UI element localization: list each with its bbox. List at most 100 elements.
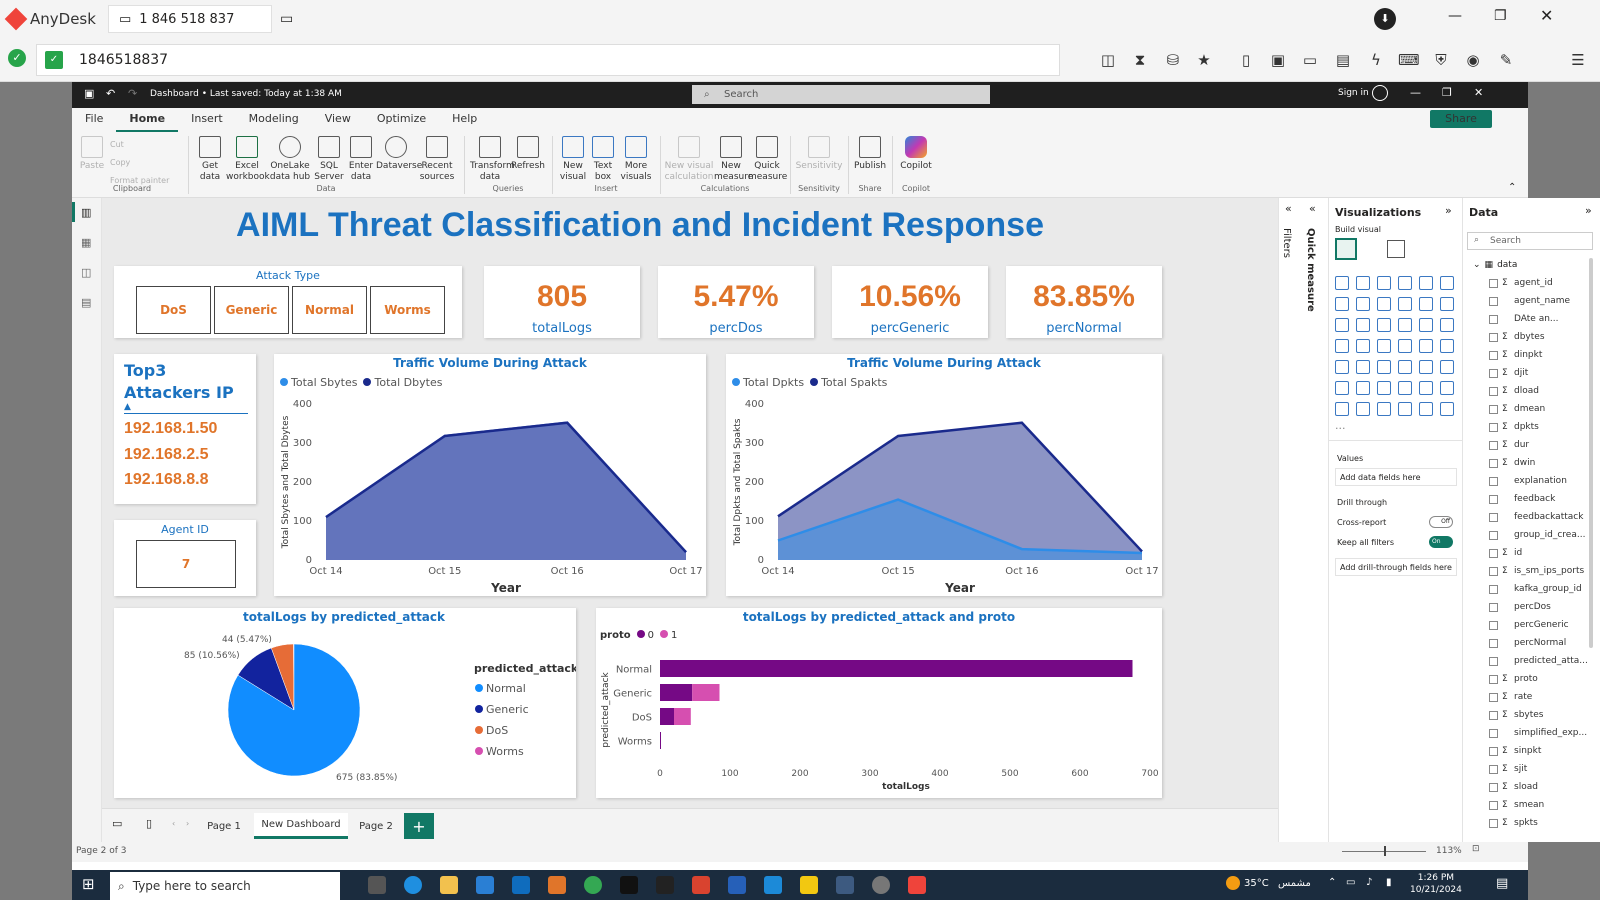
expand-data-icon[interactable]: » bbox=[1585, 204, 1592, 217]
action-icon[interactable]: ϟ bbox=[1366, 50, 1386, 70]
visual-type-icon[interactable] bbox=[1377, 360, 1391, 374]
expand-quick-icon[interactable]: « bbox=[1309, 202, 1316, 215]
privacy-icon[interactable]: ◫ bbox=[1098, 50, 1118, 70]
field-item[interactable]: Σsbytes bbox=[1489, 710, 1543, 720]
excel-button[interactable]: Excel workbook bbox=[226, 136, 270, 183]
edge-icon[interactable] bbox=[404, 876, 422, 894]
field-item[interactable]: Σproto bbox=[1489, 674, 1538, 684]
git-icon[interactable] bbox=[692, 876, 710, 894]
restore-icon[interactable]: ❐ bbox=[1494, 8, 1507, 24]
visual-type-icon[interactable] bbox=[1398, 360, 1412, 374]
visual-type-icon[interactable] bbox=[1335, 402, 1349, 416]
pbi-minimize-icon[interactable]: — bbox=[1410, 86, 1421, 99]
report-view-icon[interactable]: ▥ bbox=[81, 206, 91, 219]
new-visual-button[interactable]: New visual bbox=[558, 136, 588, 183]
visual-type-icon[interactable] bbox=[1356, 318, 1370, 332]
visual-type-icon[interactable] bbox=[1377, 381, 1391, 395]
values-well[interactable]: Add data fields here bbox=[1335, 468, 1457, 486]
notifications-icon[interactable]: ▤ bbox=[1496, 876, 1508, 891]
field-item[interactable]: predicted_atta... bbox=[1489, 656, 1588, 666]
field-checkbox[interactable] bbox=[1489, 314, 1498, 324]
field-checkbox[interactable] bbox=[1489, 674, 1498, 684]
next-page-icon[interactable]: › bbox=[186, 819, 189, 828]
task-view-icon[interactable] bbox=[368, 876, 386, 894]
menu-insert[interactable]: Insert bbox=[178, 108, 236, 132]
menu-view[interactable]: View bbox=[312, 108, 364, 132]
account-icon[interactable] bbox=[1372, 85, 1388, 101]
field-item[interactable]: Σrate bbox=[1489, 692, 1532, 702]
table-node[interactable]: ⌄ ▦ data bbox=[1473, 260, 1517, 270]
slicer-normal[interactable]: Normal bbox=[292, 286, 367, 334]
field-item[interactable]: Σdjit bbox=[1489, 368, 1528, 378]
field-item[interactable]: percGeneric bbox=[1489, 620, 1569, 630]
paste-button[interactable]: Paste bbox=[78, 136, 106, 172]
clock[interactable]: 1:26 PM 10/21/2024 bbox=[1410, 872, 1462, 896]
field-item[interactable]: percNormal bbox=[1489, 638, 1566, 648]
field-checkbox[interactable] bbox=[1489, 800, 1498, 810]
zoom-thumb[interactable] bbox=[1384, 846, 1386, 856]
field-checkbox[interactable] bbox=[1489, 746, 1498, 756]
tab-page-2[interactable]: Page 2 bbox=[350, 813, 402, 839]
visual-type-icon[interactable] bbox=[1335, 339, 1349, 353]
table-view-icon[interactable]: ▦ bbox=[81, 236, 91, 249]
field-item[interactable]: kafka_group_id bbox=[1489, 584, 1582, 594]
visual-type-icon[interactable] bbox=[1419, 402, 1433, 416]
build-visual-icon[interactable] bbox=[1335, 238, 1357, 260]
field-checkbox[interactable] bbox=[1489, 638, 1498, 648]
visual-type-icon[interactable] bbox=[1419, 318, 1433, 332]
volume-icon[interactable]: ♪ bbox=[1366, 877, 1372, 888]
share-button[interactable]: Share ▾ bbox=[1430, 110, 1492, 143]
onelake-button[interactable]: OneLake data hub bbox=[268, 136, 312, 183]
field-checkbox[interactable] bbox=[1489, 818, 1498, 828]
text-box-button[interactable]: Text box bbox=[588, 136, 618, 183]
dataverse-button[interactable]: Dataverse bbox=[376, 136, 422, 172]
field-checkbox[interactable] bbox=[1489, 584, 1498, 594]
field-checkbox[interactable] bbox=[1489, 728, 1498, 738]
menu-optimize[interactable]: Optimize bbox=[364, 108, 439, 132]
undo-icon[interactable]: ↶ bbox=[106, 87, 115, 100]
visual-type-icon[interactable] bbox=[1356, 381, 1370, 395]
copilot-button[interactable]: Copilot bbox=[896, 136, 936, 172]
cut-button[interactable]: Cut bbox=[110, 136, 169, 154]
menu-file[interactable]: File bbox=[72, 108, 116, 132]
weather-temp[interactable]: 35°C bbox=[1244, 878, 1269, 889]
visual-type-icon[interactable] bbox=[1398, 297, 1412, 311]
visual-type-icon[interactable] bbox=[1419, 360, 1433, 374]
visual-type-icon[interactable] bbox=[1440, 339, 1454, 353]
console-icon[interactable] bbox=[656, 876, 674, 894]
visual-type-icon[interactable] bbox=[1356, 339, 1370, 353]
visual-type-icon[interactable] bbox=[1335, 381, 1349, 395]
field-checkbox[interactable] bbox=[1489, 602, 1498, 612]
visual-type-icon[interactable] bbox=[1440, 381, 1454, 395]
field-checkbox[interactable] bbox=[1489, 404, 1498, 414]
add-page-button[interactable]: + bbox=[404, 813, 434, 839]
weather-icon[interactable] bbox=[1226, 876, 1240, 890]
field-checkbox[interactable] bbox=[1489, 512, 1498, 522]
collapse-ribbon-icon[interactable]: ⌃ bbox=[1508, 182, 1516, 193]
battery-icon[interactable]: ▮ bbox=[1386, 877, 1392, 888]
visual-type-icon[interactable] bbox=[1398, 381, 1412, 395]
menu-modeling[interactable]: Modeling bbox=[236, 108, 312, 132]
powerbi-icon[interactable] bbox=[800, 876, 818, 894]
field-checkbox[interactable] bbox=[1489, 782, 1498, 792]
collapse-filters-icon[interactable]: « bbox=[1285, 202, 1292, 215]
field-checkbox[interactable] bbox=[1489, 656, 1498, 666]
visual-type-icon[interactable] bbox=[1398, 402, 1412, 416]
field-item[interactable]: feedbackattack bbox=[1489, 512, 1583, 522]
field-item[interactable]: Σdwin bbox=[1489, 458, 1535, 468]
download-icon[interactable]: ⬇ bbox=[1374, 8, 1396, 30]
data-scrollbar[interactable] bbox=[1589, 258, 1593, 648]
store-icon[interactable] bbox=[476, 876, 494, 894]
vscode-icon[interactable] bbox=[764, 876, 782, 894]
visual-type-icon[interactable] bbox=[1419, 381, 1433, 395]
visual-type-icon[interactable] bbox=[1356, 402, 1370, 416]
field-item[interactable]: Σdpkts bbox=[1489, 422, 1539, 432]
visual-type-icon[interactable] bbox=[1377, 339, 1391, 353]
field-item[interactable]: Σsinpkt bbox=[1489, 746, 1541, 756]
field-item[interactable]: percDos bbox=[1489, 602, 1551, 612]
visual-type-icon[interactable] bbox=[1356, 360, 1370, 374]
pen-icon[interactable]: ✎ bbox=[1496, 50, 1516, 70]
format-visual-icon[interactable] bbox=[1387, 240, 1405, 258]
visual-type-icon[interactable] bbox=[1419, 276, 1433, 290]
filters-label[interactable]: Filters bbox=[1281, 228, 1292, 258]
